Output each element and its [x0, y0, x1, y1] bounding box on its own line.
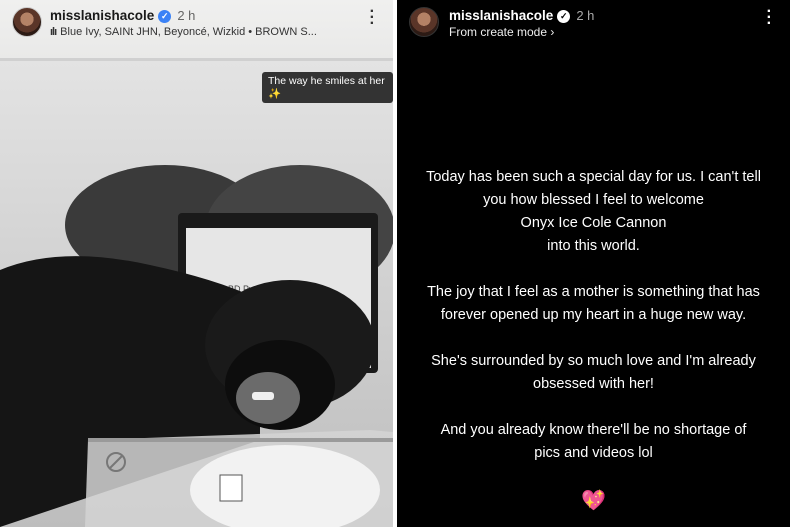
- story-paragraph: She's surrounded by so much love and I'm…: [431, 353, 756, 392]
- username[interactable]: misslanishacole: [449, 8, 553, 23]
- music-info[interactable]: ılı Blue Ivy, SAINt JHN, Beyoncé, Wizkid …: [50, 26, 317, 38]
- username[interactable]: misslanishacole: [50, 8, 154, 23]
- username-row[interactable]: misslanishacole ✓ 2 h: [50, 8, 195, 23]
- create-mode-label: From create mode: [449, 25, 548, 39]
- story-header: misslanishacole ✓ 2 h ılı Blue Ivy, SAINt J…: [0, 0, 393, 58]
- story-right: misslanishacole ✓ 2 h From create mode › ·…: [397, 0, 790, 527]
- story-comparison: BD Pyxis misslanishacole ✓ 2 h ılı Blue Ivy…: [0, 0, 790, 527]
- story-paragraph: And you already know there'll be no shor…: [440, 422, 747, 461]
- avatar[interactable]: [409, 7, 439, 37]
- chevron-right-icon: ›: [550, 25, 555, 39]
- story-left: BD Pyxis misslanishacole ✓ 2 h ılı Blue Ivy…: [0, 0, 393, 527]
- story-caption: The way he smiles at her ✨: [262, 72, 393, 103]
- verified-badge-icon: ✓: [158, 10, 172, 23]
- avatar[interactable]: [12, 7, 42, 37]
- story-paragraph: Today has been such a special day for us…: [426, 169, 761, 254]
- more-options-icon[interactable]: · · ·: [370, 4, 375, 32]
- music-icon: ılı: [50, 26, 57, 38]
- post-time: 2 h: [177, 8, 196, 23]
- post-time: 2 h: [576, 8, 595, 23]
- music-text: Blue Ivy, SAINt JHN, Beyoncé, Wizkid • B…: [60, 26, 317, 38]
- username-row[interactable]: misslanishacole ✓ 2 h: [449, 8, 594, 23]
- story-text: Today has been such a special day for us…: [397, 166, 790, 488]
- story-header: misslanishacole ✓ 2 h From create mode › ·…: [397, 0, 790, 58]
- create-mode-link[interactable]: From create mode ›: [449, 25, 554, 39]
- story-paragraph: The joy that I feel as a mother is somet…: [427, 284, 760, 323]
- heart-emoji-icon: 💖: [581, 490, 606, 512]
- more-options-icon[interactable]: · · ·: [767, 4, 772, 32]
- verified-badge-icon: ✓: [557, 10, 571, 23]
